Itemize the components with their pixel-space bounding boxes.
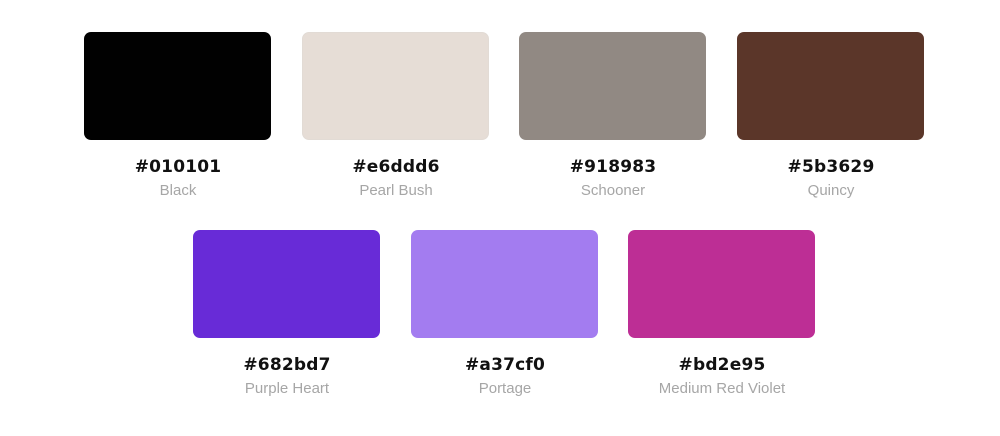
hex-code: #a37cf0 — [464, 355, 546, 375]
hex-code: #5b3629 — [787, 157, 875, 177]
color-chip[interactable] — [519, 32, 706, 140]
swatch-card[interactable]: #010101 Black — [84, 32, 272, 201]
color-name: Pearl Bush — [359, 182, 433, 199]
color-name: Schooner — [580, 182, 646, 199]
color-palette: #010101 Black #e6ddd6 Pearl Bush #918983… — [0, 0, 1000, 436]
color-chip[interactable] — [302, 32, 489, 140]
color-chip[interactable] — [193, 230, 380, 338]
color-chip[interactable] — [628, 230, 815, 338]
swatch-card[interactable]: #918983 Schooner — [519, 32, 707, 201]
color-name: Quincy — [807, 182, 855, 199]
color-chip[interactable] — [84, 32, 271, 140]
hex-code: #bd2e95 — [678, 355, 766, 375]
color-name: Medium Red Violet — [658, 380, 786, 397]
color-name: Black — [159, 182, 197, 199]
color-name: Portage — [478, 380, 532, 397]
swatch-card[interactable]: #5b3629 Quincy — [737, 32, 925, 201]
swatch-card[interactable]: #a37cf0 Portage — [411, 230, 599, 399]
hex-code: #e6ddd6 — [352, 157, 440, 177]
swatch-card[interactable]: #bd2e95 Medium Red Violet — [628, 230, 816, 399]
color-name: Purple Heart — [244, 380, 330, 397]
hex-code: #918983 — [569, 157, 657, 177]
hex-code: #010101 — [134, 157, 222, 177]
swatch-card[interactable]: #e6ddd6 Pearl Bush — [302, 32, 490, 201]
hex-code: #682bd7 — [243, 355, 331, 375]
color-chip[interactable] — [411, 230, 598, 338]
color-chip[interactable] — [737, 32, 924, 140]
swatch-card[interactable]: #682bd7 Purple Heart — [193, 230, 381, 399]
